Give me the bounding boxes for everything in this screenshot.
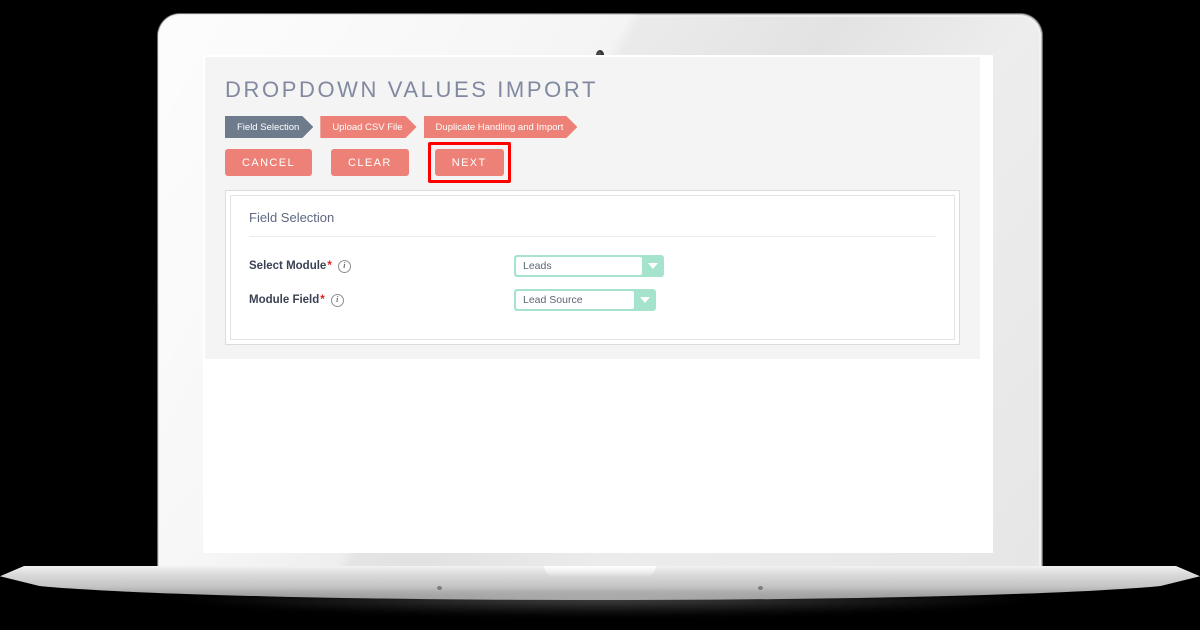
laptop-base-foot-right: [758, 586, 763, 590]
select-module-value: Leads: [516, 257, 642, 275]
cancel-button[interactable]: CANCEL: [225, 149, 313, 176]
laptop-shadow: [175, 596, 1035, 616]
action-button-row: CANCEL CLEAR NEXT: [225, 142, 980, 183]
chevron-down-icon[interactable]: [634, 289, 656, 311]
laptop-base-foot-left: [437, 586, 442, 590]
module-field-value: Lead Source: [516, 291, 634, 309]
info-circle-icon[interactable]: i: [337, 259, 351, 273]
card-title: Field Selection: [249, 210, 936, 237]
select-module-dropdown[interactable]: Leads: [514, 255, 664, 277]
step-field-selection[interactable]: Field Selection: [225, 116, 313, 138]
field-selection-card: Field Selection Select Module * i Leads: [225, 190, 960, 345]
step-label: Field Selection: [237, 121, 300, 133]
form-row-select-module: Select Module * i Leads: [249, 249, 936, 283]
required-asterisk: *: [327, 260, 332, 272]
page-title: DROPDOWN VALUES IMPORT: [225, 77, 598, 102]
next-button-highlight: NEXT: [427, 142, 511, 183]
required-asterisk: *: [320, 294, 325, 306]
step-duplicate-handling-and-import[interactable]: Duplicate Handling and Import: [424, 116, 578, 138]
laptop-screen: DROPDOWN VALUES IMPORT Field Selection U…: [203, 55, 993, 553]
next-button[interactable]: NEXT: [434, 149, 504, 176]
module-field-dropdown[interactable]: Lead Source: [514, 289, 656, 311]
info-circle-icon[interactable]: i: [330, 293, 344, 307]
label-text: Select Module: [249, 260, 327, 272]
step-upload-csv-file[interactable]: Upload CSV File: [320, 116, 416, 138]
clear-button[interactable]: CLEAR: [331, 149, 409, 176]
laptop-mockup: DROPDOWN VALUES IMPORT Field Selection U…: [0, 0, 1200, 630]
step-label: Upload CSV File: [332, 121, 403, 133]
card-inner: Field Selection Select Module * i Leads: [230, 195, 955, 340]
app-panel: DROPDOWN VALUES IMPORT Field Selection U…: [205, 57, 980, 359]
label-text: Module Field: [249, 294, 320, 306]
step-label: Duplicate Handling and Import: [435, 121, 564, 133]
chevron-down-icon[interactable]: [642, 255, 664, 277]
select-module-label: Select Module * i: [249, 259, 514, 273]
laptop-base-notch: [544, 566, 656, 577]
module-field-label: Module Field * i: [249, 293, 514, 307]
breadcrumb: Field Selection Upload CSV File Duplicat…: [225, 116, 980, 138]
step-gap: [417, 116, 424, 138]
step-gap: [313, 116, 320, 138]
form-row-module-field: Module Field * i Lead Source: [249, 283, 936, 317]
